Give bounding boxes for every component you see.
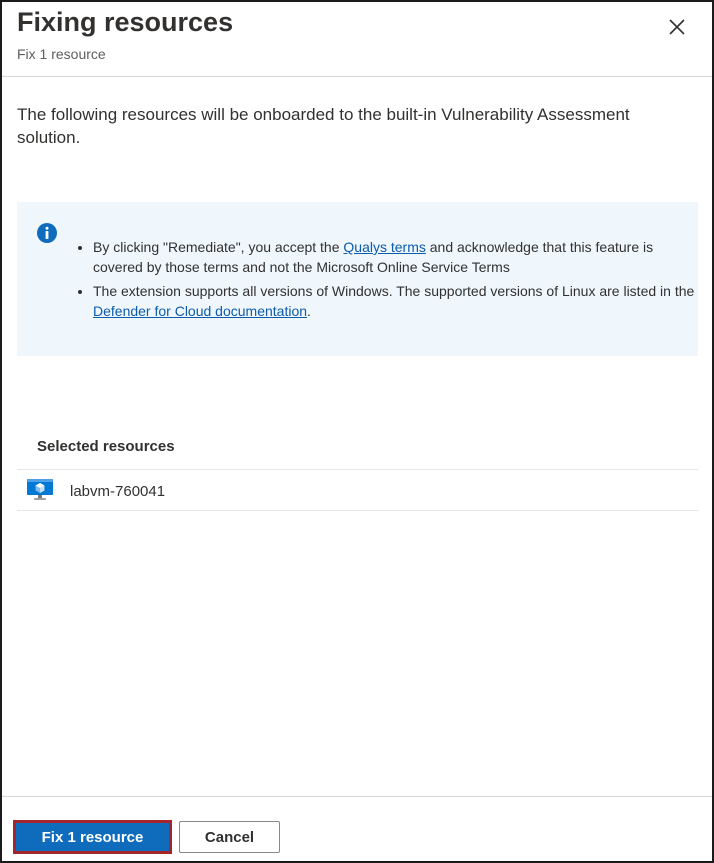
info-text: The extension supports all versions of W… — [93, 283, 695, 299]
panel-header: Fixing resources Fix 1 resource — [2, 2, 712, 77]
fix-resource-button[interactable]: Fix 1 resource — [13, 820, 172, 854]
info-list: By clicking "Remediate", you accept the … — [75, 237, 697, 325]
qualys-terms-link[interactable]: Qualys terms — [343, 239, 425, 255]
info-item-linux: The extension supports all versions of W… — [93, 281, 697, 321]
info-text: . — [307, 303, 311, 319]
cancel-button[interactable]: Cancel — [179, 821, 280, 853]
info-message-bar: By clicking "Remediate", you accept the … — [17, 202, 698, 356]
info-item-qualys: By clicking "Remediate", you accept the … — [93, 237, 697, 277]
info-text: By clicking "Remediate", you accept the — [93, 239, 344, 255]
virtual-machine-icon — [26, 478, 54, 502]
page-subtitle: Fix 1 resource — [17, 46, 106, 62]
list-item[interactable]: labvm-760041 — [17, 470, 698, 511]
description-text: The following resources will be onboarde… — [17, 105, 630, 147]
defender-docs-link[interactable]: Defender for Cloud documentation — [93, 303, 307, 319]
fixing-resources-panel: Fixing resources Fix 1 resource The foll… — [0, 0, 714, 863]
page-title: Fixing resources — [17, 7, 234, 37]
info-icon — [36, 222, 58, 244]
selected-resources-heading: Selected resources — [37, 438, 175, 455]
resource-name: labvm-760041 — [70, 483, 166, 500]
panel-footer: Fix 1 resource Cancel — [2, 796, 712, 861]
close-icon[interactable] — [666, 16, 688, 38]
